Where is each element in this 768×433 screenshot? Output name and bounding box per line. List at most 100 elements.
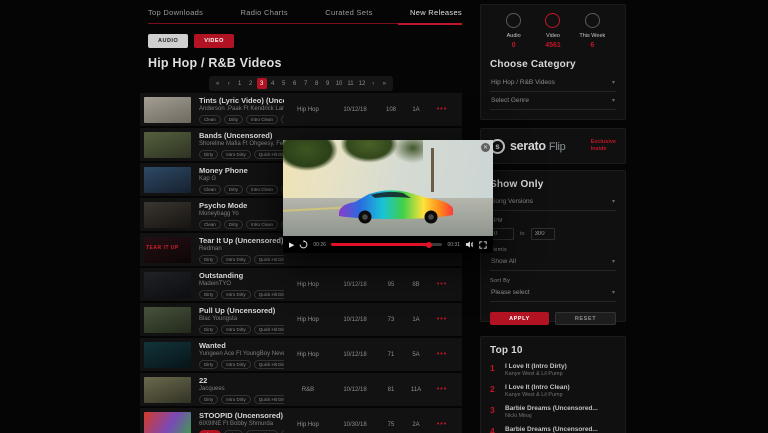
video-button[interactable]: VIDEO [194,34,234,48]
version-tag[interactable]: Intro Clean [246,185,278,194]
category-dropdown[interactable]: Hip Hop / R&B Videos ▾ [490,74,616,92]
more-options-icon[interactable]: ••• [428,106,456,113]
stat-audio[interactable]: Audio 0 [494,13,533,49]
version-tag[interactable]: Clean [199,430,221,433]
version-tag[interactable]: Quick Hit Dirty [254,325,284,334]
track-title[interactable]: Psycho Mode [199,201,284,210]
video-thumbnail[interactable] [144,97,191,123]
version-tag[interactable]: Dirty [199,290,218,299]
track-title[interactable]: Tints (Lyric Video) (Uncensored) [199,96,284,105]
table-row[interactable]: Outstanding MadeinTYO DirtyIntro DirtyQu… [140,268,462,301]
version-tag[interactable]: Intro Dirty [221,395,251,404]
page-button-11[interactable]: 11 [345,78,355,89]
stat-this-week[interactable]: This Week 6 [573,13,612,49]
video-thumbnail[interactable] [144,412,191,433]
top10-item[interactable]: 1 I Love It (Intro Dirty) Kanye West & L… [490,363,616,377]
table-row[interactable]: STOOPID (Uncensored) 6IX9INE Ft Bobby Sh… [140,408,462,433]
video-thumbnail[interactable] [144,272,191,298]
more-options-icon[interactable]: ••• [428,386,456,393]
progress-bar[interactable] [331,243,443,246]
video-thumbnail[interactable] [144,307,191,333]
top10-title[interactable]: Barbie Dreams (Uncensored... [505,426,598,433]
version-tag[interactable]: Intro Dirty [221,150,251,159]
page-button-7[interactable]: 7 [301,78,311,89]
top10-title[interactable]: I Love It (Intro Dirty) [505,363,567,370]
video-thumbnail[interactable] [144,342,191,368]
video-thumbnail[interactable] [144,132,191,158]
close-icon[interactable]: ✕ [480,142,491,153]
version-tag[interactable]: Intro Clean [246,430,278,433]
version-tag[interactable]: Intro Dirty [281,115,284,124]
nav-item-curated-sets[interactable]: Curated Sets [325,8,372,17]
page-first-button[interactable]: « [213,78,223,89]
track-title[interactable]: Pull Up (Uncensored) [199,306,284,315]
page-button-5[interactable]: 5 [279,78,289,89]
version-tag[interactable]: Intro Clean [246,220,278,229]
version-tag[interactable]: Dirty [224,430,243,433]
top10-title[interactable]: Barbie Dreams (Uncensored... [505,405,598,412]
replay-icon[interactable] [299,240,308,249]
page-button-2[interactable]: 2 [246,78,256,89]
nav-item-new-releases[interactable]: New Releases [410,8,462,17]
version-tag[interactable]: Dirty [224,115,243,124]
page-button-12[interactable]: 12 [357,78,368,89]
stat-circle-icon[interactable] [585,13,600,28]
track-title[interactable]: Bands (Uncensored) [199,131,284,140]
sort-by-dropdown[interactable]: Please select ▾ [490,284,616,302]
stat-circle-icon[interactable] [506,13,521,28]
track-title[interactable]: Outstanding [199,271,284,280]
version-tag[interactable]: Intro Dirty [221,325,251,334]
version-tag[interactable]: Quick Hit Dirty [254,290,284,299]
page-prev-button[interactable]: ‹ [224,78,234,89]
more-options-icon[interactable]: ••• [428,421,456,428]
top10-title[interactable]: I Love It (Intro Clean) [505,384,570,391]
table-row[interactable]: Tints (Lyric Video) (Uncensored) Anderso… [140,93,462,126]
version-tag[interactable]: Quick Hit Dirty [254,150,284,159]
version-tag[interactable]: Dirty [199,255,218,264]
top10-item[interactable]: 2 I Love It (Intro Clean) Kanye West & L… [490,384,616,398]
page-last-button[interactable]: » [379,78,389,89]
nav-item-radio-charts[interactable]: Radio Charts [241,8,288,17]
reset-button[interactable]: RESET [555,312,616,325]
version-tag[interactable]: Dirty [199,325,218,334]
track-title[interactable]: STOOPID (Uncensored) [199,411,284,420]
page-button-10[interactable]: 10 [334,78,345,89]
serato-flip-banner[interactable]: s serato Flip Exclusive Inside [480,128,626,164]
apply-button[interactable]: APPLY [490,312,549,325]
version-tag[interactable]: Dirty [199,360,218,369]
version-tag[interactable]: Clean [199,185,221,194]
table-row[interactable]: Wanted Yungeen Ace Ft YoungBoy Never Bro… [140,338,462,371]
remix-dropdown[interactable]: Show All ▾ [490,253,616,271]
page-button-9[interactable]: 9 [323,78,333,89]
video-screen[interactable]: ✕ [283,140,493,236]
version-tag[interactable]: Clean [199,115,221,124]
video-thumbnail[interactable] [144,167,191,193]
stat-video[interactable]: Video 4561 [533,13,572,49]
more-options-icon[interactable]: ••• [428,351,456,358]
page-button-6[interactable]: 6 [290,78,300,89]
stat-circle-icon[interactable] [545,13,560,28]
video-thumbnail[interactable] [144,377,191,403]
track-title[interactable]: Wanted [199,341,284,350]
top10-item[interactable]: 3 Barbie Dreams (Uncensored... Nicki Min… [490,405,616,419]
version-tag[interactable]: Dirty [224,220,243,229]
audio-button[interactable]: AUDIO [148,34,188,48]
page-button-3[interactable]: 3 [257,78,267,89]
bpm-max-input[interactable] [531,228,555,240]
version-tag[interactable]: Intro Clean [246,115,278,124]
page-button-8[interactable]: 8 [312,78,322,89]
page-button-1[interactable]: 1 [235,78,245,89]
version-tag[interactable]: Intro Dirty [221,290,251,299]
track-title[interactable]: 22 [199,376,284,385]
play-icon[interactable]: ▶ [289,241,294,249]
table-row[interactable]: Pull Up (Uncensored) Blac Youngsta Dirty… [140,303,462,336]
song-versions-dropdown[interactable]: Song Versions ▾ [490,193,616,211]
fullscreen-icon[interactable] [479,241,487,249]
track-title[interactable]: Money Phone [199,166,284,175]
version-tag[interactable]: Quick Hit Dirty [254,360,284,369]
version-tag[interactable]: Intro Dirty [281,430,284,433]
nav-item-top-downloads[interactable]: Top Downloads [148,8,203,17]
genre-dropdown[interactable]: Select Genre ▾ [490,92,616,110]
version-tag[interactable]: Intro Dirty [221,255,251,264]
version-tag[interactable]: Dirty [199,395,218,404]
